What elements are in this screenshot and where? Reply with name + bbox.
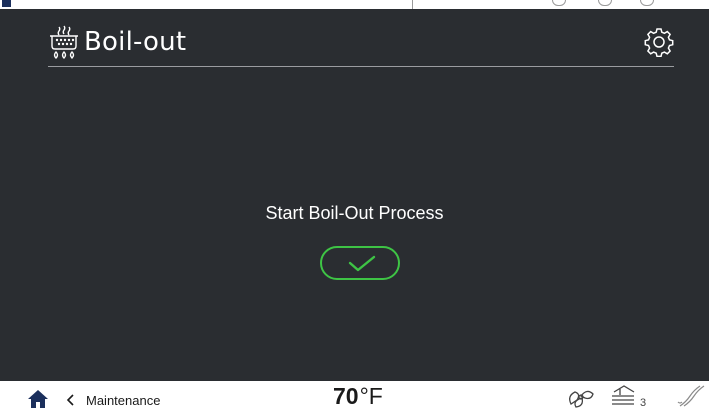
boil-out-icon [50,25,78,59]
brand-logo-mark [2,0,11,7]
footer-bar: Maintenance 70°F 3 [0,381,709,408]
top-oil-icon [640,0,654,6]
top-divider [412,0,413,9]
top-strip [0,0,709,9]
temperature-unit: °F [359,383,383,408]
back-label: Maintenance [86,392,161,408]
chevron-left-icon [66,394,74,406]
page-title: Boil-out [84,27,187,57]
temperature-readout: 70°F [333,383,383,408]
confirm-start-button[interactable] [320,246,400,280]
filter-level-badge: 3 [640,397,646,408]
checkmark-icon [348,255,376,272]
back-to-maintenance-link[interactable]: Maintenance [64,391,160,408]
home-icon[interactable] [27,389,49,408]
boil-out-screen: Boil-out Start Boil-Out Process [0,9,709,381]
gear-icon[interactable] [644,27,674,57]
temperature-value: 70 [333,383,359,408]
oil-icon[interactable] [676,384,706,408]
filter-level-icon[interactable]: 3 [610,384,650,408]
top-fan-icon [552,0,566,6]
fan-icon[interactable] [565,384,599,408]
header: Boil-out [48,21,674,67]
top-filter-icon [598,0,612,6]
start-boil-out-prompt: Start Boil-Out Process [265,203,444,223]
